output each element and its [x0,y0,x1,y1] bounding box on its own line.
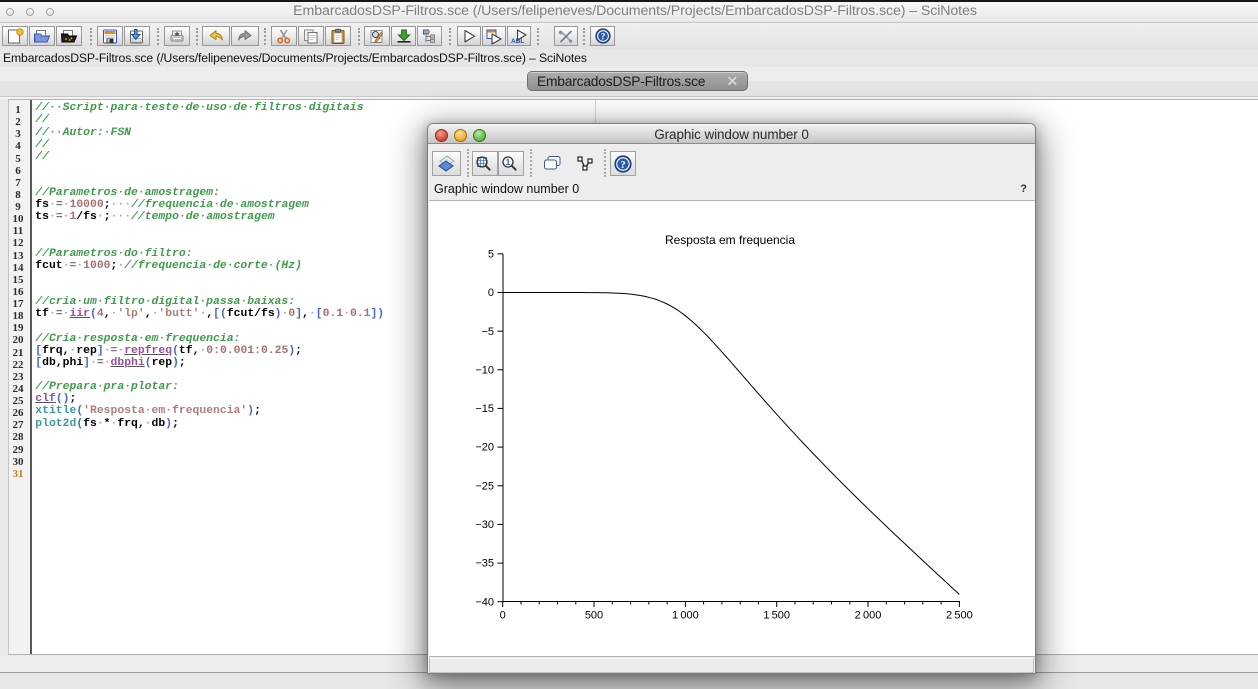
svg-text:ABL: ABL [511,38,524,45]
svg-text:−20: −20 [475,442,494,454]
svg-text:−10: −10 [475,364,494,376]
svg-text:−25: −25 [475,480,494,492]
svg-text:−5: −5 [481,326,494,338]
svg-text:2 000: 2 000 [855,610,882,622]
svg-text:?: ? [600,33,605,43]
svg-text:0: 0 [488,287,494,299]
svg-text:500: 500 [585,610,603,622]
svg-text:−30: −30 [475,519,494,531]
svg-text:1: 1 [506,158,511,167]
svg-text:5: 5 [488,248,494,260]
svg-text:0: 0 [500,610,506,622]
svg-text:−15: −15 [475,403,494,415]
svg-text:1 500: 1 500 [763,610,790,622]
svg-text:−35: −35 [475,558,494,570]
svg-text:−40: −40 [475,596,494,608]
svg-text:Resposta em frequencia: Resposta em frequencia [665,233,795,247]
svg-text:?: ? [620,159,626,171]
svg-text:1 000: 1 000 [672,610,699,622]
svg-text:2 500: 2 500 [946,610,973,622]
